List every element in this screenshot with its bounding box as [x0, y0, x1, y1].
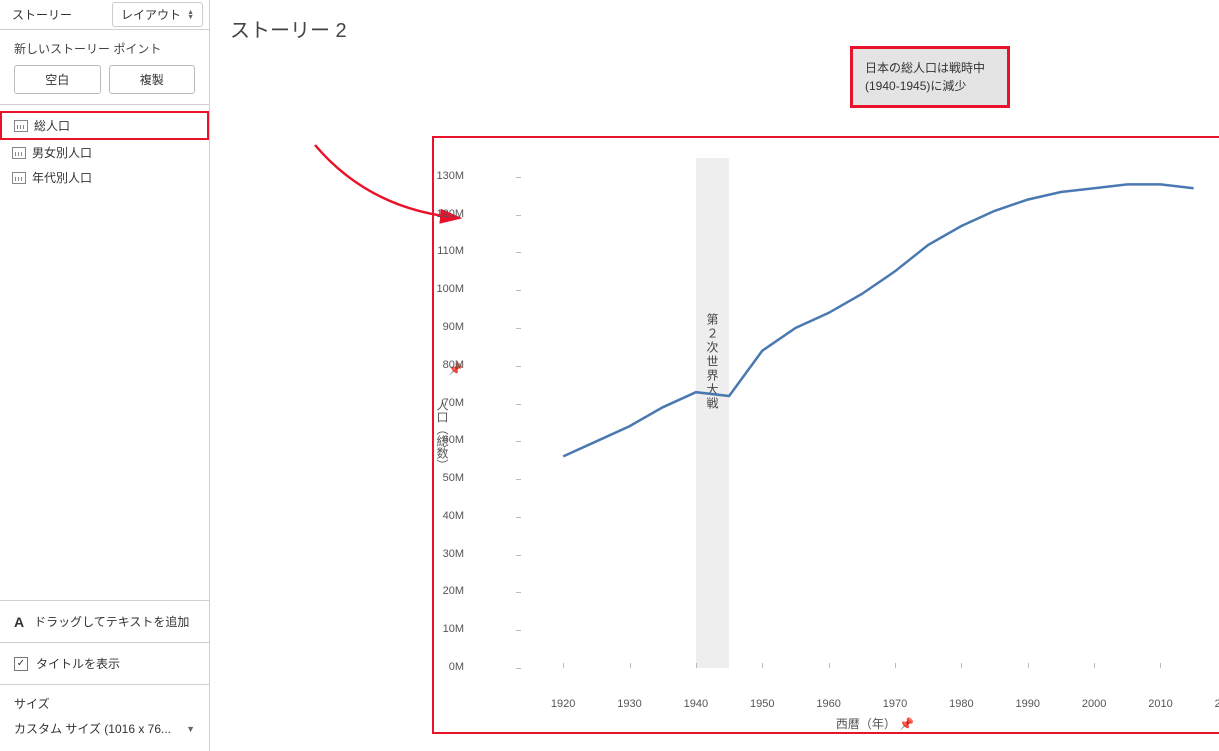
y-tick-label: 80M — [424, 359, 464, 371]
y-tick-label: 60M — [424, 434, 464, 446]
x-tick-label: 2010 — [1148, 698, 1172, 710]
x-tick-label: 1960 — [816, 698, 840, 710]
sheet-icon — [14, 120, 28, 132]
chevron-down-icon: ▼ — [186, 724, 195, 734]
sheet-item-label: 年代別人口 — [32, 169, 92, 186]
sheet-item-label: 男女別人口 — [32, 144, 92, 161]
plot-area[interactable]: 第２次世界大戦 西暦（年） 📌 0M10M20M30M40M50M60M70M8… — [480, 148, 1219, 688]
x-tick-label: 2000 — [1082, 698, 1106, 710]
tab-story[interactable]: ストーリー — [0, 0, 84, 29]
x-tick-label: 2020 — [1215, 698, 1219, 710]
sheet-item-age[interactable]: 年代別人口 — [0, 165, 209, 190]
sheet-item-total[interactable]: 総人口 — [0, 111, 209, 140]
story-caption[interactable]: 日本の総人口は戦時中(1940-1945)に減少 — [850, 46, 1010, 108]
y-tick-label: 50M — [424, 472, 464, 484]
drag-text-label: ドラッグしてテキストを追加 — [34, 613, 189, 630]
x-tick-label: 1920 — [551, 698, 575, 710]
size-value: カスタム サイズ (1016 x 76... — [14, 720, 171, 737]
chart-view[interactable]: 人口（総数） 📌 第２次世界大戦 西暦（年） 📌 0M10M20M30M40M5… — [434, 140, 1219, 730]
tab-layout-label: レイアウト — [121, 6, 181, 23]
y-tick-label: 40M — [424, 510, 464, 522]
x-tick-label: 1940 — [684, 698, 708, 710]
y-tick-label: 110M — [424, 245, 464, 257]
sheet-item-label: 総人口 — [34, 117, 70, 134]
y-tick-label: 120M — [424, 208, 464, 220]
tab-layout-select[interactable]: レイアウト ▲▼ — [112, 2, 203, 27]
y-tick-label: 90M — [424, 321, 464, 333]
pin-icon: 📌 — [899, 717, 914, 731]
y-tick-label: 30M — [424, 548, 464, 560]
show-title-checkbox[interactable]: ✓ — [14, 657, 28, 671]
x-tick-label: 1970 — [883, 698, 907, 710]
size-select[interactable]: カスタム サイズ (1016 x 76... ▼ — [14, 720, 195, 737]
y-tick-label: 20M — [424, 585, 464, 597]
y-tick-label: 10M — [424, 623, 464, 635]
sheet-item-gender[interactable]: 男女別人口 — [0, 140, 209, 165]
sheet-icon — [12, 147, 26, 159]
y-tick-label: 0M — [424, 661, 464, 673]
updown-icon: ▲▼ — [187, 10, 194, 20]
x-tick-label: 1930 — [617, 698, 641, 710]
sheet-icon — [12, 172, 26, 184]
y-tick-label: 130M — [424, 170, 464, 182]
y-tick-label: 100M — [424, 283, 464, 295]
drag-text-item[interactable]: A ドラッグしてテキストを追加 — [0, 600, 209, 642]
x-axis-label: 西暦（年） 📌 — [836, 715, 914, 732]
x-tick-label: 1950 — [750, 698, 774, 710]
story-title: ストーリー 2 — [230, 14, 1209, 43]
show-title-label: タイトルを表示 — [36, 655, 120, 672]
x-tick-label: 1980 — [949, 698, 973, 710]
x-tick-label: 1990 — [1015, 698, 1039, 710]
new-story-point-label: 新しいストーリー ポイント — [0, 30, 209, 65]
size-label: サイズ — [14, 695, 195, 712]
text-icon: A — [14, 614, 24, 630]
duplicate-button[interactable]: 複製 — [109, 65, 196, 94]
y-tick-label: 70M — [424, 397, 464, 409]
blank-button[interactable]: 空白 — [14, 65, 101, 94]
sheet-list: 総人口 男女別人口 年代別人口 — [0, 104, 209, 196]
